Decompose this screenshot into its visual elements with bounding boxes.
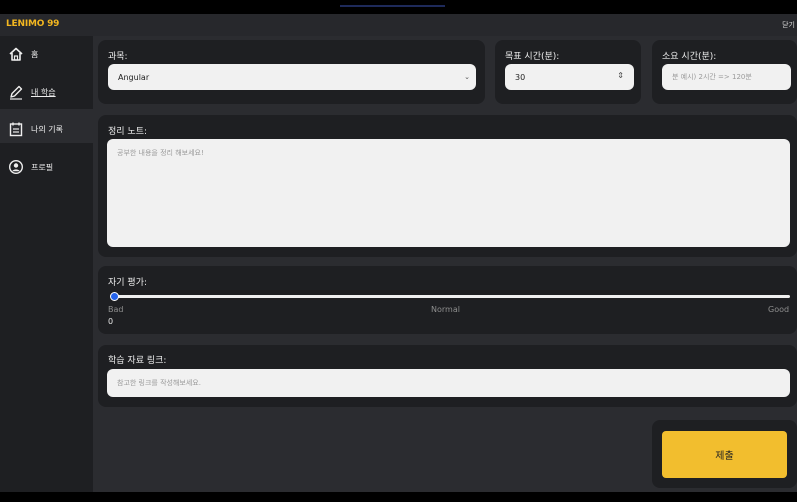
scale-min-label: Bad <box>108 305 124 314</box>
window-indicator <box>340 5 445 7</box>
sidebar-item-label: 홈 <box>31 49 39 59</box>
sidebar-item-my-records[interactable]: 나의 기록 <box>8 118 63 140</box>
bottom-bar <box>0 492 797 502</box>
sidebar: 홈 내 학습 나의 기록 프로필 <box>0 36 93 492</box>
scale-max-label: Good <box>768 305 790 314</box>
notes-card: 정리 노트: 공부한 내용을 정리 해보세요! <box>98 115 797 257</box>
link-input[interactable]: 참고한 링크를 작성해보세요. <box>107 369 790 397</box>
top-bar <box>0 0 797 14</box>
pencil-icon <box>10 85 23 100</box>
link-label: 학습 자료 링크: <box>108 356 167 366</box>
sidebar-item-my-study[interactable]: 내 학습 <box>8 81 56 103</box>
stepper-arrows-icon[interactable]: ⇕ <box>617 71 624 80</box>
target-time-stepper[interactable]: 30 ⇕ <box>505 64 634 90</box>
logo-mark: 99 <box>47 19 60 29</box>
sidebar-item-home[interactable]: 홈 <box>8 43 38 65</box>
subject-card: 과목: Angular ⌄ <box>98 40 485 104</box>
close-button[interactable]: 닫기 <box>782 20 795 30</box>
link-card: 학습 자료 링크: 참고한 링크를 작성해보세요. <box>98 345 797 407</box>
self-eval-slider-track[interactable] <box>114 295 790 298</box>
spent-time-card: 소요 시간(분): 분 예시) 2시간 => 120분 <box>652 40 797 104</box>
target-time-value: 30 <box>515 72 526 82</box>
subject-value: Angular <box>118 72 150 82</box>
scale-mid-label: Normal <box>431 305 460 314</box>
subject-select[interactable]: Angular ⌄ <box>108 64 476 90</box>
spent-time-input[interactable]: 분 예시) 2시간 => 120분 <box>662 64 791 90</box>
notes-label: 정리 노트: <box>108 127 148 137</box>
home-icon <box>9 47 23 61</box>
target-time-label: 목표 시간(분): <box>505 52 560 62</box>
profile-icon <box>8 159 24 175</box>
logo-text: LENIMO <box>6 19 45 29</box>
spent-time-label: 소요 시간(분): <box>662 52 717 62</box>
calendar-icon <box>9 122 23 137</box>
sidebar-item-label: 내 학습 <box>31 87 56 97</box>
self-eval-label: 자기 평가: <box>108 278 148 288</box>
self-eval-slider-thumb[interactable] <box>110 292 119 301</box>
sidebar-item-label: 나의 기록 <box>31 124 63 134</box>
target-time-card: 목표 시간(분): 30 ⇕ <box>495 40 641 104</box>
app-header: LENIMO 99 닫기 <box>0 14 797 36</box>
chevron-down-icon: ⌄ <box>464 73 470 81</box>
sidebar-item-label: 프로필 <box>31 162 54 172</box>
notes-textarea[interactable]: 공부한 내용을 정리 해보세요! <box>107 139 790 247</box>
self-eval-value: 0 <box>108 317 114 326</box>
subject-label: 과목: <box>108 52 128 62</box>
sidebar-item-profile[interactable]: 프로필 <box>8 156 53 178</box>
submit-button[interactable]: 제출 <box>662 431 787 478</box>
app-logo[interactable]: LENIMO 99 <box>6 19 59 29</box>
self-eval-card: 자기 평가: <box>98 266 797 334</box>
